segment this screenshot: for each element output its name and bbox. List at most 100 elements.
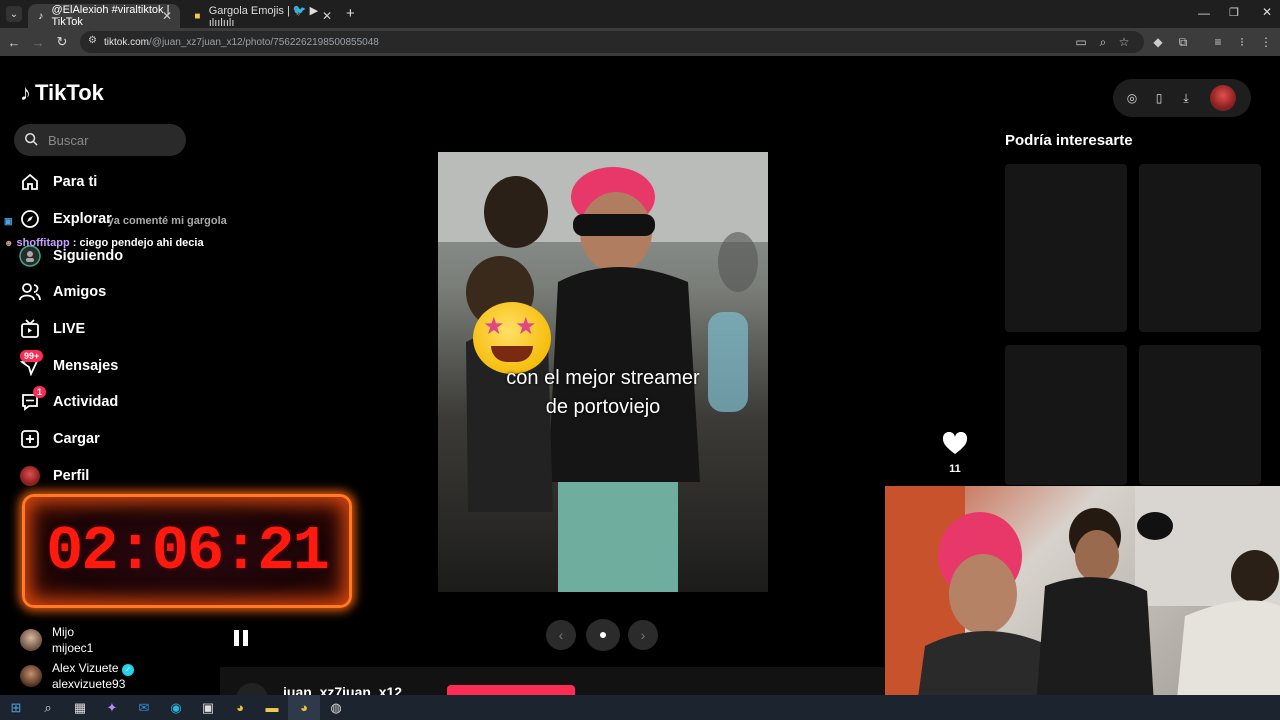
- home-icon: [18, 170, 42, 194]
- windows-taskbar: ⊞ ⌕ ▦ ✦ ✉ ◉ ▣ ◕ ▬ ◕ ◍: [0, 695, 1280, 720]
- tab-search-button[interactable]: ⌄: [6, 6, 22, 22]
- author-row: juan_xz7juan_x12: [220, 667, 885, 715]
- suggestion-tile[interactable]: [1005, 345, 1127, 485]
- suggestions-title: Podría interesarte: [1005, 132, 1133, 149]
- forward-icon[interactable]: →: [30, 34, 46, 50]
- following-account[interactable]: Alex Vizuete ✓ alexvizuete93: [20, 660, 134, 692]
- webcam-overlay: [885, 486, 1280, 720]
- pause-button[interactable]: [234, 630, 250, 646]
- tiktok-favicon-icon: ♪: [38, 10, 44, 22]
- nav-item-cargar[interactable]: Cargar: [18, 425, 100, 453]
- nav-item-actividad[interactable]: Actividad 1: [18, 386, 119, 416]
- post-photo[interactable]: ★ ★ con el mejor streamer de portoviejo: [438, 152, 768, 592]
- chat-message: ▣ ya comenté mi gargola: [4, 215, 227, 227]
- coins-icon[interactable]: ◎: [1125, 91, 1139, 105]
- task-view-icon[interactable]: ▦: [64, 695, 96, 720]
- carousel-prev-button[interactable]: ‹: [546, 620, 576, 650]
- extension-diamond-icon[interactable]: ◆: [1150, 34, 1166, 50]
- close-tab-icon[interactable]: ✕: [322, 9, 332, 23]
- copilot-icon[interactable]: ✦: [96, 695, 128, 720]
- media-controls-icon[interactable]: ≡: [1210, 34, 1226, 50]
- post-caption: con el mejor streamer de portoviejo: [438, 364, 768, 422]
- cast-icon[interactable]: ▭: [1073, 34, 1089, 50]
- nav-label: Perfil: [53, 468, 90, 484]
- caption-line: con el mejor streamer: [506, 367, 700, 389]
- suggestion-tile[interactable]: [1005, 164, 1127, 332]
- nav-label: Cargar: [53, 431, 100, 447]
- site-info-icon[interactable]: ⚙: [88, 35, 97, 46]
- following-account[interactable]: Mijo mijoec1: [20, 624, 93, 656]
- address-bar[interactable]: ⚙ tiktok.com /@juan_xz7juan_x12/photo/75…: [80, 31, 1144, 53]
- browser-tab-bar: ⌄ ♪ @ElAlexioh #viraltiktok | TikTok ✕ ■…: [0, 0, 1280, 29]
- file-explorer-icon[interactable]: ▬: [256, 695, 288, 720]
- profile-icon[interactable]: ⁝: [1234, 34, 1250, 50]
- store-icon[interactable]: ▣: [192, 695, 224, 720]
- webcam-scene: [885, 486, 1280, 720]
- folder-favicon-icon: ■: [194, 10, 201, 22]
- account-name: Alex Vizuete: [52, 661, 119, 675]
- nav-item-mensajes[interactable]: Mensajes 99+: [18, 350, 119, 380]
- nav-label: Siguiendo: [53, 248, 124, 264]
- timer-digits: 02:06:21: [46, 515, 330, 587]
- tab-title: Gargola Emojis | 🐦 ▶ ılıılıılı: [208, 4, 319, 29]
- tiktok-note-icon: ♪: [20, 80, 31, 105]
- search-input[interactable]: Buscar: [14, 124, 186, 156]
- stream-timer-overlay: 02:06:21: [22, 494, 352, 608]
- start-icon[interactable]: ⊞: [0, 695, 32, 720]
- back-icon[interactable]: ←: [6, 34, 22, 50]
- obs-icon[interactable]: ◍: [320, 695, 352, 720]
- activity-badge: 1: [33, 386, 47, 398]
- profile-avatar: [18, 464, 42, 488]
- nav-item-perfil[interactable]: Perfil: [18, 462, 89, 490]
- chat-username: shoffitapp: [16, 237, 70, 249]
- account-handle: mijoec1: [52, 641, 94, 655]
- nav-item-para-ti[interactable]: Para ti: [18, 168, 97, 196]
- user-avatar[interactable]: [1210, 85, 1236, 111]
- nav-label: Amigos: [53, 284, 107, 300]
- caption-line: de portoviejo: [545, 396, 661, 418]
- upload-icon: [18, 427, 42, 451]
- browser-tab-gargola[interactable]: ■ Gargola Emojis | 🐦 ▶ ılıılıılı ✕: [184, 4, 340, 29]
- chat-text: : ciego pendejo ahi decia: [72, 237, 204, 249]
- logo-text: TikTok: [35, 80, 104, 105]
- tiktok-logo[interactable]: ♪ TikTok: [20, 80, 104, 106]
- browser-tab-tiktok[interactable]: ♪ @ElAlexioh #viraltiktok | TikTok ✕: [28, 4, 180, 28]
- nav-label: Para ti: [53, 174, 98, 190]
- zoom-icon[interactable]: ⌕: [1095, 34, 1111, 50]
- avatar: [20, 629, 42, 651]
- reload-icon[interactable]: ↻: [54, 34, 70, 50]
- chat-message: ☻ shoffitapp : ciego pendejo ahi decia: [4, 237, 204, 249]
- search-icon: [24, 132, 38, 146]
- suggestion-tile[interactable]: [1139, 345, 1261, 485]
- account-name: Mijo: [52, 625, 75, 639]
- close-window-icon[interactable]: ✕: [1262, 5, 1272, 19]
- suggestion-tile[interactable]: [1139, 164, 1261, 332]
- url-path: /@juan_xz7juan_x12/photo/756226219850085…: [149, 36, 379, 48]
- minimize-icon[interactable]: —: [1198, 6, 1210, 20]
- restore-icon[interactable]: ❐: [1229, 6, 1239, 19]
- outlook-icon[interactable]: ✉: [128, 695, 160, 720]
- phone-icon[interactable]: ▯: [1152, 91, 1166, 105]
- nav-label: Mensajes: [53, 358, 119, 374]
- edge-icon[interactable]: ◉: [160, 695, 192, 720]
- download-icon[interactable]: ⤓: [1179, 91, 1193, 105]
- tab-title: @ElAlexioh #viraltiktok | TikTok: [51, 4, 170, 28]
- bookmark-star-icon[interactable]: ☆: [1116, 34, 1132, 50]
- close-tab-icon[interactable]: ✕: [162, 9, 172, 23]
- carousel-dot-indicator[interactable]: [586, 619, 620, 651]
- new-tab-button[interactable]: +: [346, 5, 355, 22]
- nav-item-amigos[interactable]: Amigos: [18, 278, 106, 306]
- friends-icon: [18, 280, 42, 304]
- avatar: [20, 665, 42, 687]
- extensions-puzzle-icon[interactable]: ⧉: [1175, 34, 1191, 50]
- nav-item-live[interactable]: LIVE: [18, 315, 85, 343]
- nav-label: Actividad: [53, 394, 119, 410]
- chrome-menu-icon[interactable]: ⋮: [1258, 34, 1274, 50]
- like-action[interactable]: 11: [941, 431, 969, 475]
- chrome-active-icon[interactable]: ◕: [288, 695, 320, 720]
- top-actions-pill: ◎ ▯ ⤓: [1113, 79, 1251, 117]
- chrome-icon[interactable]: ◕: [224, 695, 256, 720]
- carousel-next-button[interactable]: ›: [628, 620, 658, 650]
- live-icon: [18, 317, 42, 341]
- search-icon[interactable]: ⌕: [32, 695, 64, 720]
